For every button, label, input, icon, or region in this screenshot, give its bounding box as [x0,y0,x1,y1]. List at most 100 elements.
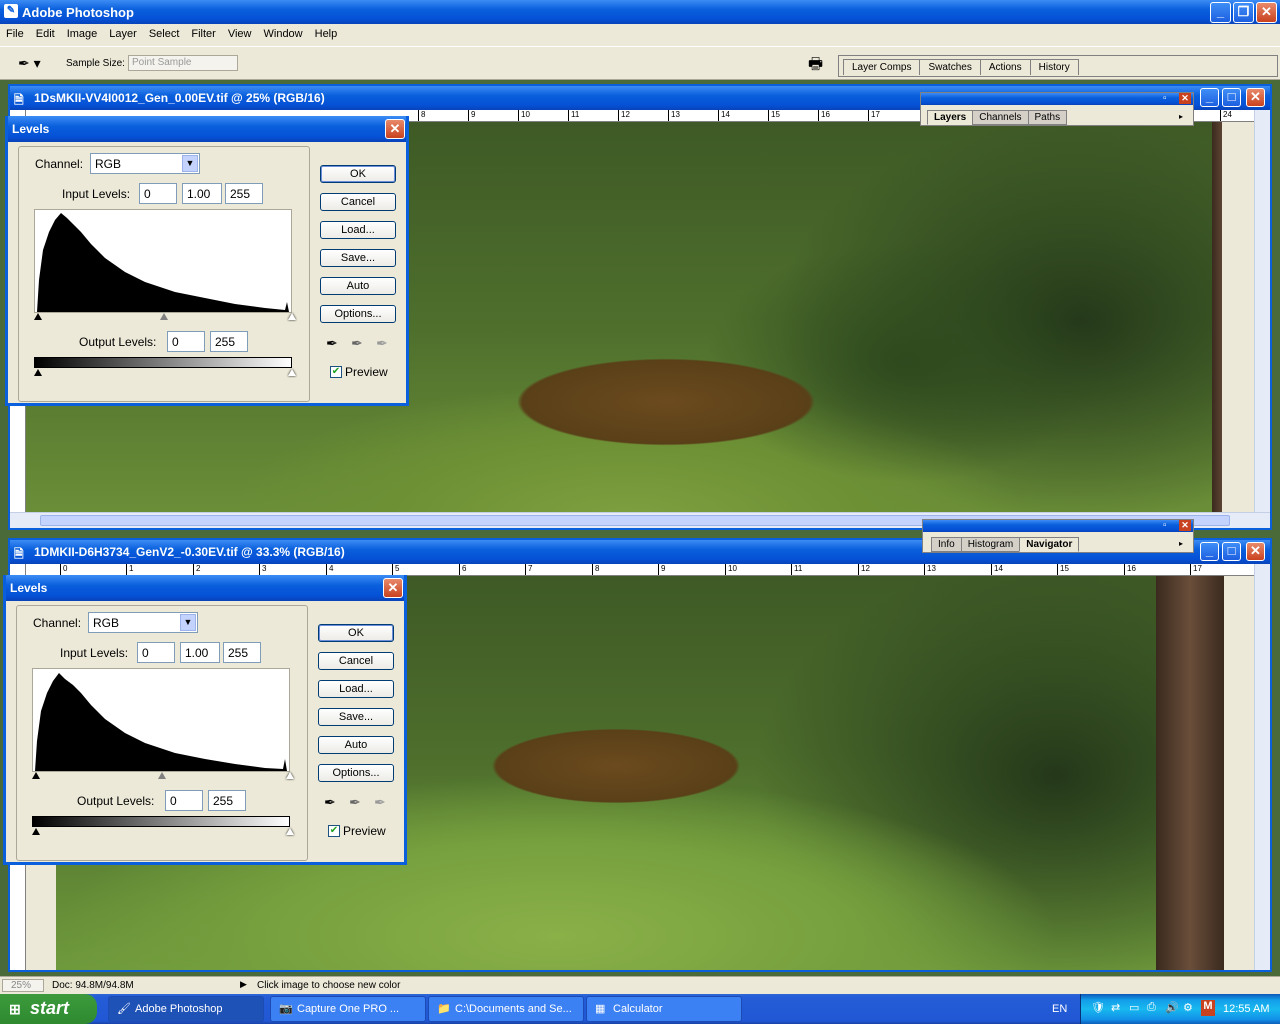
auto-button[interactable]: Auto [318,736,394,754]
menu-help[interactable]: Help [309,24,344,40]
output-black-field[interactable]: 0 [167,331,205,352]
gray-eyedropper-icon[interactable]: ✒ [351,335,363,352]
load-button[interactable]: Load... [320,221,396,239]
cancel-button[interactable]: Cancel [320,193,396,211]
doc2-close-button[interactable]: ✕ [1246,542,1265,561]
status-arrow-icon[interactable]: ▶ [240,979,247,990]
tab-swatches[interactable]: Swatches [919,59,981,75]
network-icon[interactable]: ⇄ [1111,1001,1120,1014]
output-black-slider[interactable] [34,369,42,376]
options-button[interactable]: Options... [318,764,394,782]
menu-file[interactable]: File [0,24,30,40]
save-button[interactable]: Save... [320,249,396,267]
tab-layer-comps[interactable]: Layer Comps [843,59,921,75]
mail-icon[interactable]: M [1201,1000,1215,1016]
menu-edit[interactable]: Edit [30,24,61,40]
minimize-button[interactable]: _ [1210,2,1231,23]
vertical-scrollbar-1[interactable] [1254,110,1270,512]
doc2-minimize-button[interactable]: _ [1200,542,1219,561]
doc1-close-button[interactable]: ✕ [1246,88,1265,107]
menu-view[interactable]: View [222,24,258,40]
auto-button[interactable]: Auto [320,277,396,295]
preview-checkbox[interactable]: ✔ [330,366,342,378]
eyedropper-tool-icon[interactable]: ✒ ▾ [18,55,41,72]
input-gamma-slider[interactable] [160,313,168,320]
doc1-minimize-button[interactable]: _ [1200,88,1219,107]
palette-well-icon[interactable]: 🖶 [808,53,823,80]
white-eyedropper-icon[interactable]: ✒ [376,335,388,352]
options-button[interactable]: Options... [320,305,396,323]
chevron-down-icon[interactable]: ▼ [182,155,198,172]
palette-menu-arrow-icon[interactable]: ▸ [1179,539,1183,548]
load-button[interactable]: Load... [318,680,394,698]
black-eyedropper-icon[interactable]: ✒ [324,794,336,811]
doc1-maximize-button[interactable]: □ [1222,88,1241,107]
clock[interactable]: 12:55 AM [1223,1003,1269,1015]
menu-layer[interactable]: Layer [103,24,143,40]
gray-eyedropper-icon[interactable]: ✒ [349,794,361,811]
palette-minimize-icon[interactable]: ▫ [1163,93,1167,104]
output-white-field[interactable]: 255 [210,331,248,352]
doc2-maximize-button[interactable]: □ [1222,542,1241,561]
palette-menu-arrow-icon[interactable]: ▸ [1179,112,1183,121]
white-eyedropper-icon[interactable]: ✒ [374,794,386,811]
menu-filter[interactable]: Filter [185,24,221,40]
taskbar-button-calculator[interactable]: ▦ Calculator [586,996,742,1022]
input-white-slider[interactable] [286,772,294,779]
output-white-slider[interactable] [286,828,294,835]
levels-2-close-button[interactable]: ✕ [383,578,403,598]
ok-button[interactable]: OK [318,624,394,642]
tab-info[interactable]: Info [931,537,962,552]
chevron-down-icon[interactable]: ▼ [180,614,196,631]
taskbar-button-capture-one[interactable]: 📷 Capture One PRO ... [270,996,426,1022]
start-button[interactable]: ⊞ start [0,994,97,1024]
palette-minimize-icon[interactable]: ▫ [1163,520,1167,531]
tab-histogram[interactable]: Histogram [960,537,1021,552]
output-black-slider[interactable] [32,828,40,835]
input-black-slider[interactable] [34,313,42,320]
tab-paths[interactable]: Paths [1027,110,1068,125]
monitor-icon[interactable]: ▭ [1129,1001,1139,1014]
output-white-slider[interactable] [288,369,296,376]
cancel-button[interactable]: Cancel [318,652,394,670]
input-white-field[interactable]: 255 [223,642,261,663]
palette-close-icon[interactable]: ✕ [1179,93,1191,104]
input-black-field[interactable]: 0 [139,183,177,204]
input-white-field[interactable]: 255 [225,183,263,204]
palette-close-icon[interactable]: ✕ [1179,520,1191,531]
input-gamma-field[interactable]: 1.00 [180,642,220,663]
input-gamma-slider[interactable] [158,772,166,779]
taskbar-button-explorer[interactable]: 📁 C:\Documents and Se... [428,996,584,1022]
taskbar-button-photoshop[interactable]: 🖌 Adobe Photoshop [108,996,264,1022]
tab-channels[interactable]: Channels [972,110,1029,125]
shield-icon[interactable]: 🛡 [1091,1001,1105,1014]
menu-select[interactable]: Select [143,24,186,40]
volume-icon[interactable]: 🔊 [1165,1001,1179,1014]
save-button[interactable]: Save... [318,708,394,726]
printer-icon[interactable]: ⎙ [1147,1001,1156,1014]
language-indicator[interactable]: EN [1052,1003,1067,1015]
restore-button[interactable]: ❐ [1233,2,1254,23]
tab-actions[interactable]: Actions [979,59,1031,75]
close-button[interactable]: ✕ [1256,2,1277,23]
tab-navigator[interactable]: Navigator [1019,537,1080,552]
input-gamma-field[interactable]: 1.00 [182,183,222,204]
sample-size-select[interactable]: Point Sample [128,55,238,71]
menu-window[interactable]: Window [258,24,309,40]
output-white-field[interactable]: 255 [208,790,246,811]
output-black-field[interactable]: 0 [165,790,203,811]
input-white-slider[interactable] [288,313,296,320]
ok-button[interactable]: OK [320,165,396,183]
input-black-field[interactable]: 0 [137,642,175,663]
input-black-slider[interactable] [32,772,40,779]
tab-layers[interactable]: Layers [927,110,974,125]
black-eyedropper-icon[interactable]: ✒ [326,335,338,352]
preview-checkbox[interactable]: ✔ [328,825,340,837]
gear-icon[interactable]: ⚙ [1183,1001,1193,1014]
levels-1-close-button[interactable]: ✕ [385,119,405,139]
zoom-field[interactable]: 25% [2,979,44,992]
tab-history[interactable]: History [1029,59,1079,75]
levels-2-title-bar: Levels ✕ [6,575,404,601]
menu-image[interactable]: Image [61,24,104,40]
vertical-scrollbar-2[interactable] [1254,564,1270,970]
